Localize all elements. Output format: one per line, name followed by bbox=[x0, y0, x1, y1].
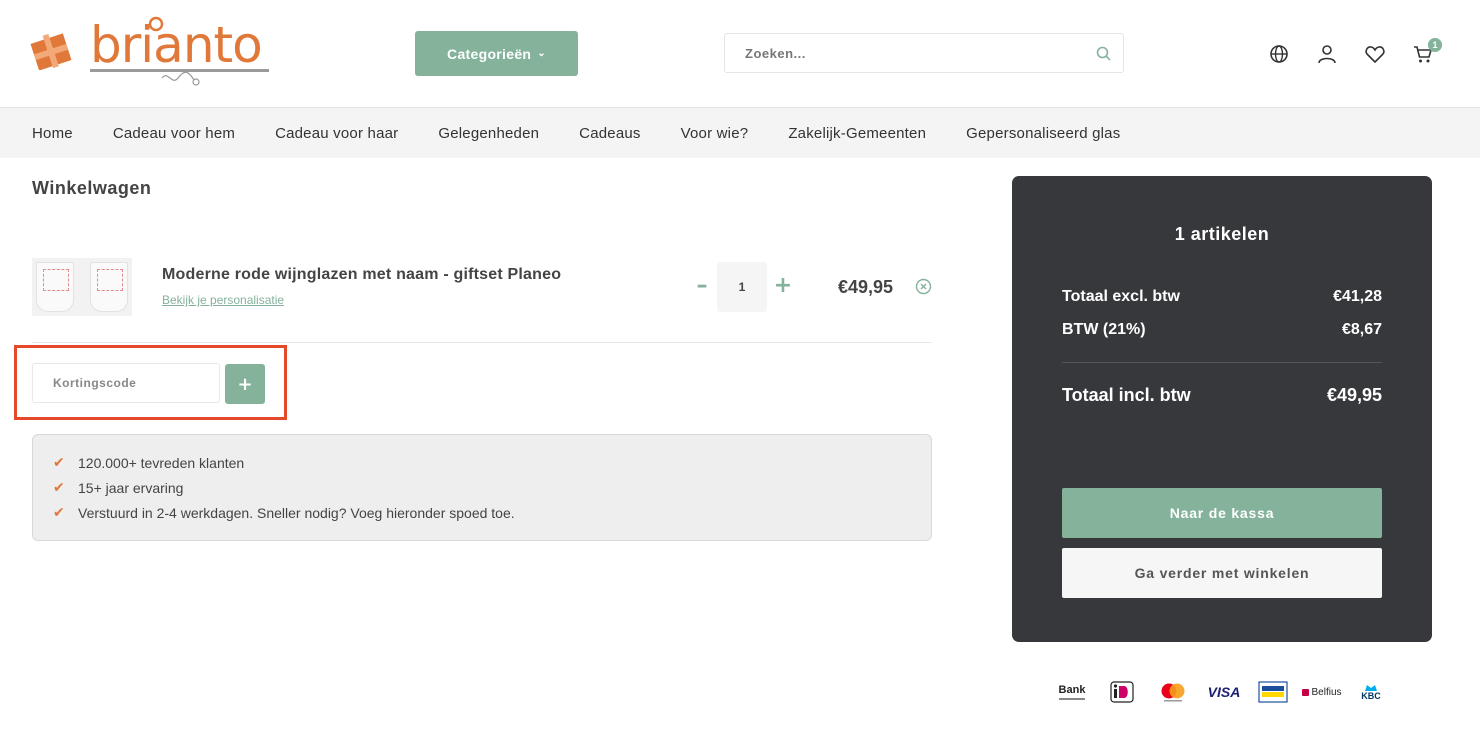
usp-panel: ✔ 120.000+ tevreden klanten ✔ 15+ jaar e… bbox=[32, 434, 932, 541]
nav-item-home[interactable]: Home bbox=[32, 125, 73, 142]
heart-icon[interactable] bbox=[1364, 43, 1386, 65]
usp-text: 120.000+ tevreden klanten bbox=[78, 454, 245, 471]
checkout-button[interactable]: Naar de kassa bbox=[1062, 488, 1382, 538]
quantity-value[interactable]: 1 bbox=[717, 262, 767, 312]
cart-item-row: Moderne rode wijnglazen met naam - gifts… bbox=[32, 240, 932, 343]
checkmark-icon: ✔ bbox=[53, 504, 65, 521]
subtotal-excl-row: Totaal excl. btw €41,28 bbox=[1062, 288, 1382, 306]
total-incl-row: Totaal incl. btw €49,95 bbox=[1062, 385, 1382, 406]
cart-count-badge: 1 bbox=[1428, 38, 1442, 52]
checkmark-icon: ✔ bbox=[53, 479, 65, 496]
payment-methods: Bank VISA Belfius KBC bbox=[1056, 680, 1386, 704]
subtotal-excl-label: Totaal excl. btw bbox=[1062, 288, 1180, 305]
nav-item-zakelijk-gemeenten[interactable]: Zakelijk-Gemeenten bbox=[788, 125, 926, 142]
mastercard-icon bbox=[1161, 683, 1185, 702]
site-header: brianto Categorieën ⌄ 1 bbox=[0, 0, 1480, 108]
page-title: Winkelwagen bbox=[32, 178, 152, 198]
order-summary: 1 artikelen Totaal excl. btw €41,28 BTW … bbox=[1012, 176, 1432, 642]
categories-button[interactable]: Categorieën ⌄ bbox=[415, 31, 578, 76]
usp-text: 15+ jaar ervaring bbox=[78, 479, 184, 496]
main-navigation: Home Cadeau voor hem Cadeau voor haar Ge… bbox=[0, 108, 1480, 158]
apply-discount-button[interactable]: + bbox=[225, 364, 265, 404]
total-incl-label: Totaal incl. btw bbox=[1062, 385, 1191, 405]
glass-image bbox=[36, 262, 74, 312]
brand-name: brianto bbox=[90, 16, 263, 74]
search-bar bbox=[724, 33, 1124, 73]
discount-code-input[interactable] bbox=[32, 363, 220, 403]
btw-label: BTW (21%) bbox=[1062, 321, 1146, 338]
globe-icon[interactable] bbox=[1268, 43, 1290, 65]
ideal-icon bbox=[1110, 681, 1134, 703]
usp-item: ✔ 15+ jaar ervaring bbox=[53, 475, 931, 500]
view-personalisation-link[interactable]: Bekijk je personalisatie bbox=[162, 293, 284, 307]
product-name[interactable]: Moderne rode wijnglazen met naam - gifts… bbox=[162, 266, 561, 284]
summary-title: 1 artikelen bbox=[1174, 224, 1270, 244]
quantity-increase-button[interactable]: + bbox=[773, 273, 793, 299]
bank-transfer-icon: Bank bbox=[1056, 680, 1088, 704]
nav-item-cadeau-voor-haar[interactable]: Cadeau voor haar bbox=[275, 125, 398, 142]
usp-item: ✔ 120.000+ tevreden klanten bbox=[53, 450, 931, 475]
logo-dot-icon bbox=[148, 16, 164, 32]
search-icon[interactable] bbox=[1096, 46, 1111, 61]
nav-item-gelegenheden[interactable]: Gelegenheden bbox=[438, 125, 539, 142]
brand-logo[interactable]: brianto bbox=[30, 14, 275, 90]
kbc-icon: KBC bbox=[1356, 680, 1386, 704]
user-icon[interactable] bbox=[1316, 43, 1338, 65]
item-price: €49,95 bbox=[838, 277, 894, 297]
product-thumbnail[interactable] bbox=[32, 258, 132, 316]
gift-box-icon bbox=[30, 33, 72, 70]
quantity-decrease-button[interactable]: – bbox=[692, 273, 712, 299]
belfius-icon: Belfius bbox=[1302, 680, 1342, 704]
summary-divider bbox=[1062, 362, 1382, 363]
nav-item-cadeaus[interactable]: Cadeaus bbox=[579, 125, 640, 142]
nav-item-gepersonaliseerd-glas[interactable]: Gepersonaliseerd glas bbox=[966, 125, 1120, 142]
subtotal-excl-value: €41,28 bbox=[1333, 288, 1382, 305]
logo-ribbon-icon bbox=[161, 71, 200, 86]
visa-icon: VISA bbox=[1207, 684, 1241, 700]
btw-row: BTW (21%) €8,67 bbox=[1062, 321, 1382, 339]
continue-shopping-button[interactable]: Ga verder met winkelen bbox=[1062, 548, 1382, 598]
usp-text: Verstuurd in 2-4 werkdagen. Sneller nodi… bbox=[78, 504, 515, 521]
chevron-down-icon: ⌄ bbox=[537, 48, 546, 59]
nav-item-voor-wie[interactable]: Voor wie? bbox=[681, 125, 749, 142]
categories-label: Categorieën bbox=[447, 45, 532, 62]
total-incl-value: €49,95 bbox=[1326, 385, 1382, 405]
nav-item-cadeau-voor-hem[interactable]: Cadeau voor hem bbox=[113, 125, 235, 142]
bancontact-icon bbox=[1258, 681, 1288, 703]
checkmark-icon: ✔ bbox=[53, 454, 65, 471]
usp-item: ✔ Verstuurd in 2-4 werkdagen. Sneller no… bbox=[53, 500, 931, 525]
btw-value: €8,67 bbox=[1341, 321, 1382, 338]
search-input[interactable] bbox=[725, 34, 1085, 72]
remove-item-icon[interactable] bbox=[915, 278, 932, 295]
glass-image bbox=[90, 262, 128, 312]
